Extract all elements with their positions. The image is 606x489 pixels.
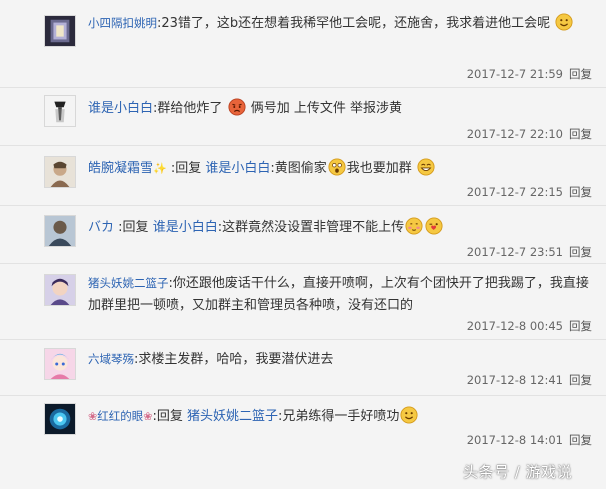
- comment-text: :黄图偷家: [270, 161, 327, 176]
- reply-target-link[interactable]: 猪头妖姚二篮子: [187, 409, 278, 424]
- comment-time: 2017-12-8 14:01: [466, 433, 563, 447]
- comment-text: :求楼主发群，哈哈，我要潜伏进去: [134, 352, 334, 367]
- comment-text: :这群竟然没设置非管理不能上传: [217, 220, 405, 235]
- comment-body: 谁是小白白:群给他炸了 俩号加 上传文件 举报涉黄: [88, 98, 592, 120]
- username-link[interactable]: 六域琴殇: [88, 352, 134, 366]
- smile-emoji-icon: [555, 13, 573, 31]
- user-avatar[interactable]: [44, 403, 76, 435]
- comment-time: 2017-12-7 22:10: [466, 127, 563, 141]
- comment-time: 2017-12-8 00:45: [466, 319, 563, 333]
- comment-meta: 2017-12-8 12:41 回复: [467, 372, 592, 388]
- username-link[interactable]: 皓腕凝霜雪: [88, 161, 153, 176]
- sparkle-icon: ✨: [153, 162, 167, 175]
- reply-link[interactable]: 回复: [569, 245, 592, 259]
- comment-text: 俩号加 上传文件 举报涉黄: [250, 101, 402, 116]
- angry-emoji-icon: [227, 98, 246, 116]
- comment-item: 六域琴殇:求楼主发群，哈哈，我要潜伏进去 2017-12-8 12:41 回复: [0, 340, 606, 396]
- user-avatar[interactable]: [44, 274, 76, 306]
- reply-link[interactable]: 回复: [569, 373, 592, 387]
- user-avatar[interactable]: [44, 215, 76, 247]
- smile-emoji-icon: [400, 406, 418, 424]
- comment-time: 2017-12-7 23:51: [466, 245, 563, 259]
- comment-meta: 2017-12-7 22:10 回复: [467, 126, 592, 142]
- comment-body: 六域琴殇:求楼主发群，哈哈，我要潜伏进去: [88, 348, 592, 371]
- comment-item: 谁是小白白:群给他炸了 俩号加 上传文件 举报涉黄 2017-12-7 22:1…: [0, 88, 606, 146]
- reply-link[interactable]: 回复: [569, 433, 592, 447]
- comment-text: :兄弟练得一手好喷功: [277, 409, 400, 424]
- comment-body: 小四隔扣姚明:23错了，这b还在想着我稀罕他工会呢，还施舍，我求着进他工会呢: [88, 12, 592, 35]
- watermark: 头条号 / 游戏说: [463, 463, 573, 481]
- comment-text: :群给他炸了: [153, 101, 223, 116]
- comment-meta: 2017-12-8 14:01 回复: [467, 432, 592, 448]
- user-avatar[interactable]: [44, 348, 76, 380]
- comment-item: 猪头妖姚二篮子:你还跟他废话干什么，直接开喷啊，上次有个团快开了把我踢了，我直接…: [0, 264, 606, 340]
- username-link[interactable]: 红红的眼: [97, 409, 143, 423]
- reply-word: :回复: [118, 220, 149, 235]
- grin-emoji-icon: [417, 158, 435, 176]
- comment-item: バカ :回复 谁是小白白:这群竟然没设置非管理不能上传 2017-12-7 23…: [0, 206, 606, 264]
- shocked-emoji-icon: [328, 158, 346, 176]
- comment-body: 皓腕凝霜雪✨ :回复 谁是小白白:黄图偷家 我也要加群: [88, 158, 592, 180]
- comment-meta: 2017-12-7 21:59 回复: [467, 66, 592, 82]
- comment-time: 2017-12-7 22:15: [466, 185, 563, 199]
- comment-meta: 2017-12-8 00:45 回复: [467, 318, 592, 334]
- comment-text: :23错了，这b还在想着我稀罕他工会呢，还施舍，我求着进他工会呢: [157, 16, 551, 31]
- comment-text: 我也要加群: [346, 161, 412, 176]
- comment-body: ❀红红的眼❀:回复 猪头妖姚二篮子:兄弟练得一手好喷功: [88, 405, 592, 428]
- comment-meta: 2017-12-7 22:15 回复: [467, 184, 592, 200]
- reply-word: :回复: [170, 161, 202, 176]
- username-link[interactable]: 猪头妖姚二篮子: [88, 276, 169, 290]
- comment-list: 小四隔扣姚明:23错了，这b还在想着我稀罕他工会呢，还施舍，我求着进他工会呢 2…: [0, 0, 606, 489]
- comment-meta: 2017-12-7 23:51 回复: [467, 244, 592, 260]
- username-link[interactable]: バカ: [88, 220, 114, 235]
- comment-body: 猪头妖姚二篮子:你还跟他废话干什么，直接开喷啊，上次有个团快开了把我踢了，我直接…: [88, 272, 592, 317]
- comment-body: バカ :回复 谁是小白白:这群竟然没设置非管理不能上传: [88, 217, 592, 239]
- username-link[interactable]: 小四隔扣姚明: [88, 16, 157, 30]
- user-avatar[interactable]: [44, 156, 76, 188]
- flower-icon: ❀: [88, 410, 98, 423]
- reply-target-link[interactable]: 谁是小白白: [205, 161, 270, 176]
- reply-link[interactable]: 回复: [569, 127, 592, 141]
- shy-emoji-icon: [405, 217, 423, 235]
- user-avatar[interactable]: [44, 15, 76, 47]
- username-link[interactable]: 谁是小白白: [88, 101, 153, 116]
- comment-item: 小四隔扣姚明:23错了，这b还在想着我稀罕他工会呢，还施舍，我求着进他工会呢 2…: [0, 0, 606, 88]
- user-avatar[interactable]: [44, 95, 76, 127]
- kiss-emoji-icon: [425, 217, 443, 235]
- comment-time: 2017-12-8 12:41: [466, 373, 563, 387]
- reply-link[interactable]: 回复: [569, 67, 592, 81]
- reply-link[interactable]: 回复: [569, 319, 592, 333]
- reply-target-link[interactable]: 谁是小白白: [153, 220, 218, 235]
- reply-word: :回复: [152, 409, 183, 424]
- reply-link[interactable]: 回复: [569, 185, 592, 199]
- comment-time: 2017-12-7 21:59: [466, 67, 563, 81]
- comment-item: 皓腕凝霜雪✨ :回复 谁是小白白:黄图偷家 我也要加群 2017-12-7 22:…: [0, 146, 606, 206]
